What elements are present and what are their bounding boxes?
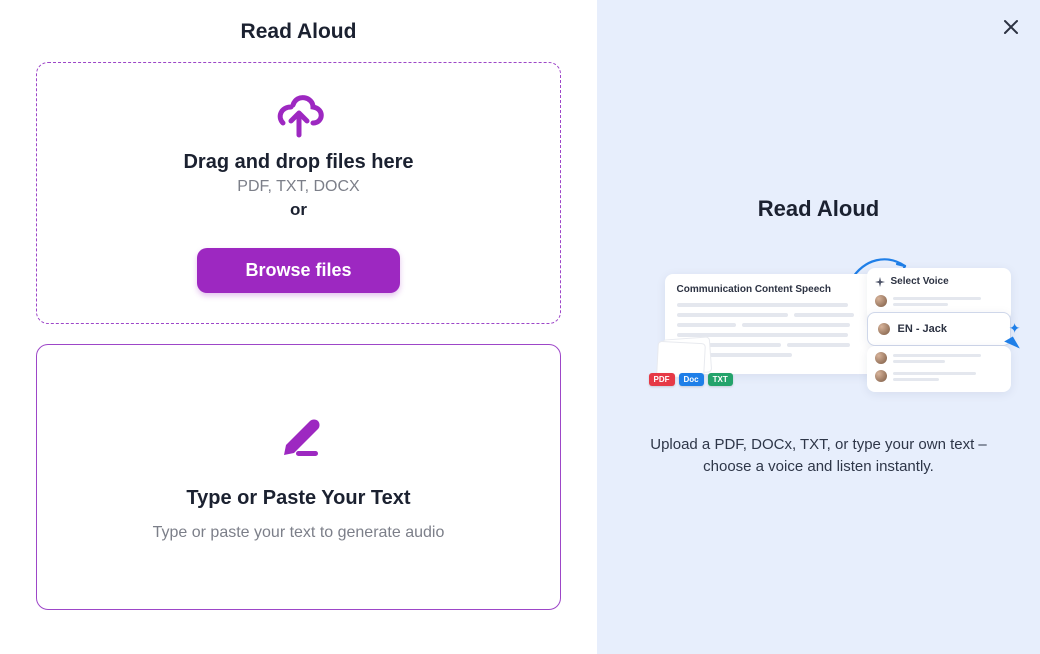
browse-files-button[interactable]: Browse files <box>197 248 399 293</box>
dropzone-formats: PDF, TXT, DOCX <box>57 178 540 196</box>
close-icon <box>1002 18 1020 36</box>
selected-voice-card: EN - Jack <box>867 312 1011 346</box>
sparkle-icon <box>875 277 885 287</box>
dropzone-heading: Drag and drop files here <box>57 151 540 174</box>
page-title: Read Aloud <box>36 20 561 44</box>
close-button[interactable] <box>998 14 1024 43</box>
dropzone-or: or <box>57 200 540 220</box>
txt-badge: TXT <box>708 373 733 386</box>
cloud-upload-icon <box>57 87 540 143</box>
text-input-area[interactable]: Type or Paste Your Text Type or paste yo… <box>36 344 561 610</box>
selected-voice-label: EN - Jack <box>898 323 948 335</box>
promo-description: Upload a PDF, DOCx, TXT, or type your ow… <box>645 434 993 478</box>
pencil-icon <box>37 407 560 457</box>
select-voice-label: Select Voice <box>891 276 949 287</box>
avatar-icon <box>875 370 887 382</box>
avatar-icon <box>875 352 887 364</box>
promo-illustration: Communication Content Speech PDF Doc TXT… <box>627 264 1011 410</box>
doc-badge: Doc <box>679 373 704 386</box>
avatar-icon <box>878 323 890 335</box>
typebox-heading: Type or Paste Your Text <box>37 487 560 510</box>
typebox-placeholder: Type or paste your text to generate audi… <box>37 524 560 542</box>
voice-list-card <box>867 346 1011 392</box>
spark-icon: ✦ <box>1009 320 1021 337</box>
promo-panel: Read Aloud Communication Content Speech … <box>597 0 1040 654</box>
file-dropzone[interactable]: Drag and drop files here PDF, TXT, DOCX … <box>36 62 561 324</box>
pdf-badge: PDF <box>649 373 675 386</box>
content-card-title: Communication Content Speech <box>677 284 863 295</box>
file-stack-icon: PDF Doc TXT <box>649 338 719 382</box>
read-aloud-panel: Read Aloud Drag and drop files here PDF,… <box>0 0 597 654</box>
voice-row <box>875 295 1003 307</box>
promo-title: Read Aloud <box>758 196 879 222</box>
avatar-icon <box>875 295 887 307</box>
